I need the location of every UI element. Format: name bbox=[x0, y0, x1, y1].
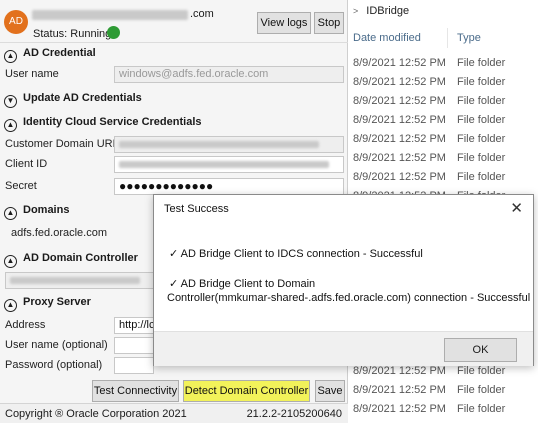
copyright-text: Copyright ® Oracle Corporation 2021 bbox=[5, 408, 187, 420]
proxy-address-field[interactable]: http://lc bbox=[114, 317, 154, 334]
chevron-right-icon: > bbox=[353, 6, 359, 16]
section-ad-credential[interactable]: ▲ AD Credential bbox=[4, 47, 96, 63]
list-item[interactable]: 8/9/2021 12:52 PM File folder bbox=[343, 384, 538, 402]
dc-redacted bbox=[10, 277, 140, 284]
type-cell: File folder bbox=[457, 76, 506, 88]
status-running-icon bbox=[107, 26, 120, 39]
customer-domain-url-field[interactable] bbox=[114, 136, 344, 153]
list-item[interactable]: 8/9/2021 12:52 PM File folder bbox=[343, 114, 538, 132]
list-item[interactable]: 8/9/2021 12:52 PM File folder bbox=[343, 171, 538, 189]
email-suffix: .com bbox=[190, 8, 214, 20]
idcs-connection-message: ✓ AD Bridge Client to IDCS connection - … bbox=[169, 248, 423, 260]
detect-domain-controller-button[interactable]: Detect Domain Controller bbox=[183, 380, 310, 402]
chevron-up-icon: ▲ bbox=[4, 207, 17, 220]
test-connectivity-button[interactable]: Test Connectivity bbox=[92, 380, 179, 402]
section-title: Update AD Credentials bbox=[23, 92, 142, 104]
date-modified-cell: 8/9/2021 12:52 PM bbox=[353, 57, 446, 69]
list-item[interactable]: 8/9/2021 12:52 PM File folder bbox=[343, 133, 538, 151]
date-modified-cell: 8/9/2021 12:52 PM bbox=[353, 95, 446, 107]
ad-username-field[interactable]: windows@adfs.fed.oracle.com bbox=[114, 66, 344, 83]
type-cell: File folder bbox=[457, 171, 506, 183]
date-modified-cell: 8/9/2021 12:52 PM bbox=[353, 133, 446, 145]
client-id-label: Client ID bbox=[5, 158, 48, 170]
save-button[interactable]: Save bbox=[315, 380, 345, 402]
type-cell: File folder bbox=[457, 384, 506, 396]
type-cell: File folder bbox=[457, 365, 506, 377]
dc-connection-message-line2: Controller(mmkumar-shared-.adfs.fed.orac… bbox=[167, 292, 531, 304]
column-divider[interactable] bbox=[447, 28, 448, 48]
chevron-up-icon: ▲ bbox=[4, 119, 17, 132]
section-domains[interactable]: ▲ Domains bbox=[4, 204, 69, 220]
date-modified-cell: 8/9/2021 12:52 PM bbox=[353, 171, 446, 183]
date-modified-cell: 8/9/2021 12:52 PM bbox=[353, 152, 446, 164]
list-item[interactable]: 8/9/2021 12:52 PM File folder bbox=[343, 95, 538, 113]
section-ad-domain-controller[interactable]: ▲ AD Domain Controller bbox=[4, 252, 138, 268]
client-id-redacted bbox=[119, 161, 329, 168]
date-modified-cell: 8/9/2021 12:52 PM bbox=[353, 114, 446, 126]
test-success-dialog: Test Success ✕ ✓ AD Bridge Client to IDC… bbox=[153, 194, 534, 366]
proxy-password-field[interactable] bbox=[114, 357, 154, 374]
section-proxy-server[interactable]: ▲ Proxy Server bbox=[4, 296, 91, 312]
list-item[interactable]: 8/9/2021 12:52 PM File folder bbox=[343, 76, 538, 94]
footer: Copyright ® Oracle Corporation 2021 21.2… bbox=[0, 403, 348, 423]
proxy-password-label: Password (optional) bbox=[5, 359, 103, 371]
proxy-username-field[interactable] bbox=[114, 337, 154, 354]
type-cell: File folder bbox=[457, 133, 506, 145]
stop-button[interactable]: Stop bbox=[314, 12, 344, 34]
list-item[interactable]: 8/9/2021 12:52 PM File folder bbox=[343, 403, 538, 421]
list-item[interactable]: 8/9/2021 12:52 PM File folder bbox=[343, 152, 538, 170]
type-cell: File folder bbox=[457, 114, 506, 126]
type-cell: File folder bbox=[457, 57, 506, 69]
chevron-up-icon: ▲ bbox=[4, 299, 17, 312]
section-title: AD Domain Controller bbox=[23, 252, 138, 264]
type-cell: File folder bbox=[457, 403, 506, 415]
proxy-address-label: Address bbox=[5, 319, 46, 331]
email-redacted bbox=[32, 10, 188, 20]
client-id-field[interactable] bbox=[114, 156, 344, 173]
status-text: Status: Running bbox=[33, 28, 112, 40]
type-cell: File folder bbox=[457, 95, 506, 107]
customer-domain-url-label: Customer Domain URL bbox=[5, 138, 119, 150]
version-text: 21.2.2-2105200640 bbox=[246, 408, 342, 420]
section-update-ad-credentials[interactable]: ▼ Update AD Credentials bbox=[4, 92, 142, 108]
secret-label: Secret bbox=[5, 180, 37, 192]
section-title: Identity Cloud Service Credentials bbox=[23, 116, 202, 128]
column-header-type[interactable]: Type bbox=[457, 32, 481, 44]
section-title: Proxy Server bbox=[23, 296, 91, 308]
proxy-username-label: User name (optional) bbox=[5, 339, 108, 351]
chevron-down-icon: ▼ bbox=[4, 95, 17, 108]
column-header-date-modified[interactable]: Date modified bbox=[353, 32, 421, 44]
avatar: AD bbox=[4, 10, 28, 34]
chevron-up-icon: ▲ bbox=[4, 255, 17, 268]
section-title: AD Credential bbox=[23, 47, 96, 59]
dialog-button-bar: OK bbox=[154, 331, 533, 366]
divider bbox=[0, 42, 348, 43]
date-modified-cell: 8/9/2021 12:52 PM bbox=[353, 384, 446, 396]
date-modified-cell: 8/9/2021 12:52 PM bbox=[353, 403, 446, 415]
domain-controller-field[interactable] bbox=[5, 272, 155, 289]
section-idcs-credentials[interactable]: ▲ Identity Cloud Service Credentials bbox=[4, 116, 202, 132]
url-redacted bbox=[119, 141, 319, 148]
list-item[interactable]: 8/9/2021 12:52 PM File folder bbox=[343, 57, 538, 75]
dc-connection-message-line1: ✓ AD Bridge Client to Domain bbox=[169, 278, 316, 290]
dialog-title: Test Success bbox=[164, 203, 229, 215]
list-item[interactable]: 8/9/2021 12:52 PM File folder bbox=[343, 365, 538, 383]
chevron-up-icon: ▲ bbox=[4, 50, 17, 63]
domain-value: adfs.fed.oracle.com bbox=[11, 227, 107, 239]
date-modified-cell: 8/9/2021 12:52 PM bbox=[353, 76, 446, 88]
section-title: Domains bbox=[23, 204, 70, 216]
type-cell: File folder bbox=[457, 152, 506, 164]
date-modified-cell: 8/9/2021 12:52 PM bbox=[353, 365, 446, 377]
ok-button[interactable]: OK bbox=[444, 338, 517, 362]
ad-username-label: User name bbox=[5, 68, 59, 80]
close-icon[interactable]: ✕ bbox=[510, 199, 523, 217]
secret-field[interactable]: ●●●●●●●●●●●●● bbox=[114, 178, 344, 195]
view-logs-button[interactable]: View logs bbox=[257, 12, 311, 34]
breadcrumb-label: IDBridge bbox=[366, 5, 410, 17]
breadcrumb[interactable]: > IDBridge bbox=[353, 5, 409, 17]
